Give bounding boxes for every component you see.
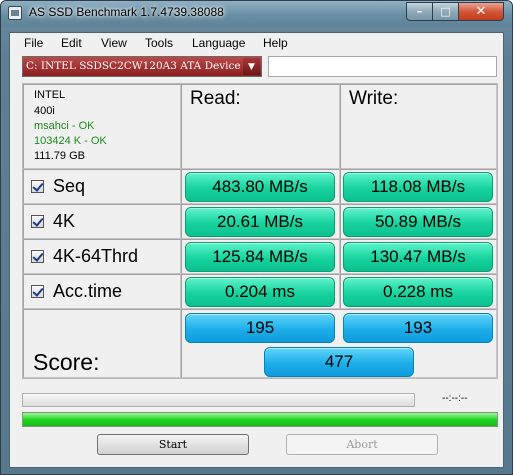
menu-tools[interactable]: Tools [145, 36, 173, 50]
seq-checkbox[interactable] [31, 180, 44, 193]
acc-checkbox[interactable] [31, 285, 44, 298]
acc-write-value: 0.228 ms [343, 277, 493, 307]
test-progress-bar [22, 393, 415, 407]
4k-read-value: 20.61 MB/s [185, 207, 335, 237]
menu-file[interactable]: File [24, 36, 43, 50]
test-seq-label: Seq [53, 176, 86, 196]
drive-capacity: 111.79 GB [34, 150, 85, 162]
test-4k[interactable]: 4K [31, 211, 75, 232]
score-label: Score: [33, 349, 100, 375]
4k64-write-value: 130.47 MB/s [343, 242, 493, 272]
test-acc[interactable]: Acc.time [31, 281, 122, 302]
results-grid: INTEL 400i msahci - OK 103424 K - OK 111… [22, 83, 498, 379]
chevron-down-icon[interactable]: ▼ [243, 58, 260, 75]
4k-write-value: 50.89 MB/s [343, 207, 493, 237]
4k64-checkbox[interactable] [31, 250, 44, 263]
start-button[interactable]: Start [97, 434, 249, 455]
menu-view[interactable]: View [101, 36, 127, 50]
close-button[interactable]: ✕ [458, 2, 504, 21]
overall-progress-fill [23, 413, 497, 426]
test-4k64-label: 4K-64Thrd [53, 246, 139, 266]
maximize-button[interactable]: □ [432, 2, 459, 21]
write-header: Write: [349, 88, 399, 109]
title-bar[interactable]: AS SSD Benchmark 1.7.4739.38088 – □ ✕ [1, 1, 512, 27]
test-seq[interactable]: Seq [31, 176, 85, 197]
menu-help[interactable]: Help [263, 36, 288, 50]
drive-info-panel: INTEL 400i msahci - OK 103424 K - OK 111… [23, 84, 181, 169]
total-score: 477 [264, 347, 414, 377]
abort-button[interactable]: Abort [286, 434, 438, 455]
test-4k64[interactable]: 4K-64Thrd [31, 246, 138, 267]
drive-vendor: INTEL [34, 89, 66, 101]
write-header-cell: Write: [340, 84, 497, 169]
read-header: Read: [190, 88, 241, 109]
seq-read-value: 483.80 MB/s [185, 172, 335, 202]
elapsed-time: --:--:-- [442, 393, 468, 404]
read-header-cell: Read: [181, 84, 340, 169]
menu-language[interactable]: Language [192, 36, 245, 50]
4k64-read-value: 125.84 MB/s [185, 242, 335, 272]
overall-progress-bar [22, 412, 498, 427]
driver-status: msahci - OK [34, 120, 95, 132]
test-acc-label: Acc.time [53, 281, 123, 301]
blank-field [268, 56, 497, 77]
seq-write-value: 118.08 MB/s [343, 172, 493, 202]
test-4k-label: 4K [53, 211, 76, 231]
acc-read-value: 0.204 ms [185, 277, 335, 307]
app-icon [8, 6, 22, 20]
drive-select-value: C: INTEL SSDSC2CW120A3 ATA Device [26, 60, 241, 72]
4k-checkbox[interactable] [31, 215, 44, 228]
minimize-button[interactable]: – [406, 2, 433, 21]
write-score: 193 [343, 313, 493, 343]
app-window: AS SSD Benchmark 1.7.4739.38088 – □ ✕ Fi… [0, 0, 513, 475]
menu-bar: File Edit View Tools Language Help [10, 33, 503, 53]
read-score: 195 [185, 313, 335, 343]
drive-firmware: 400i [34, 105, 55, 117]
alignment-status: 103424 K - OK [34, 135, 107, 147]
client-area: File Edit View Tools Language Help C: IN… [9, 32, 504, 468]
menu-edit[interactable]: Edit [61, 36, 82, 50]
drive-select[interactable]: C: INTEL SSDSC2CW120A3 ATA Device ▼ [22, 56, 262, 77]
window-title: AS SSD Benchmark 1.7.4739.38088 [29, 5, 224, 19]
